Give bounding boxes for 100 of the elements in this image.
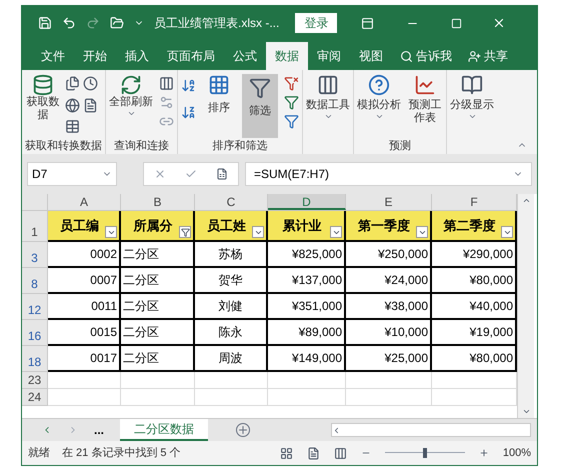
status-text: 就绪 — [28, 446, 50, 461]
group-label: 排序和筛选 — [212, 138, 268, 154]
sheet-tab[interactable]: 二分区数据 — [120, 419, 208, 441]
cancel-icon[interactable] — [154, 168, 166, 180]
funnel-icon — [249, 77, 271, 99]
scroll-down-icon[interactable] — [522, 407, 530, 416]
filter-dropdown-icon[interactable] — [330, 226, 342, 238]
caret-icon — [374, 112, 384, 121]
maximize-icon[interactable] — [451, 18, 462, 28]
page-break-icon[interactable] — [334, 446, 347, 460]
enter-icon[interactable] — [184, 168, 197, 180]
zoom-thumb[interactable] — [422, 448, 427, 458]
table-cell-text: 苏杨 — [218, 246, 242, 263]
header-cell-text: 员工姓 — [207, 216, 246, 235]
line-chart-icon — [414, 74, 436, 96]
filter-dropdown-icon[interactable] — [416, 226, 428, 238]
table-cell-text: ¥24,000 — [384, 272, 428, 289]
row-header[interactable]: 8 — [22, 268, 48, 294]
share-link[interactable]: 共享 — [484, 47, 508, 65]
forecast-sheet-button[interactable]: 预测工作表 — [407, 74, 443, 138]
filter-dropdown-icon[interactable] — [252, 226, 264, 238]
more-sheets-button[interactable]: ... — [94, 421, 104, 439]
sort-ascending-icon[interactable] — [181, 78, 196, 93]
clock-icon[interactable] — [83, 76, 98, 91]
row-header[interactable]: 3 — [22, 242, 48, 268]
ribbon-tab[interactable]: 插入 — [116, 42, 158, 70]
web-icon[interactable] — [65, 98, 80, 113]
zoom-percent[interactable]: 100% — [502, 444, 531, 462]
page-layout-icon[interactable] — [306, 446, 320, 460]
group-label: 获取和转换数据 — [25, 139, 102, 154]
scroll-left-icon[interactable] — [332, 426, 341, 434]
filter-dropdown-icon[interactable] — [105, 226, 117, 238]
ribbon-tab[interactable]: 开始 — [74, 42, 116, 70]
reapply-filter-icon[interactable] — [284, 95, 299, 110]
table-cell-text: 二分区 — [123, 272, 159, 289]
table-cell-text: ¥40,000 — [470, 298, 513, 315]
ribbon-tab[interactable]: 审阅 — [308, 42, 350, 70]
row-header[interactable]: 12 — [22, 294, 48, 320]
table-cell-text: 二分区 — [123, 324, 159, 341]
refresh-all-button[interactable]: 全部刷新 — [109, 74, 153, 138]
question-icon — [368, 74, 390, 96]
advanced-filter-icon[interactable] — [284, 114, 299, 129]
table-cell-text: ¥290,000 — [462, 246, 513, 263]
insert-function-icon[interactable] — [216, 168, 228, 180]
zoom-in-icon[interactable] — [478, 448, 489, 458]
save-icon[interactable] — [38, 16, 52, 30]
header-cell-text: 累计业 — [282, 216, 322, 235]
login-button[interactable]: 登录 — [295, 13, 338, 33]
scroll-up-icon[interactable] — [522, 196, 530, 205]
column-header[interactable]: E — [346, 194, 432, 210]
file-icon[interactable] — [83, 98, 98, 113]
formula-field[interactable]: =SUM(E7:H7) — [245, 162, 532, 186]
sort-descending-icon[interactable] — [181, 105, 196, 120]
vertical-scrollbar[interactable] — [517, 194, 534, 418]
filter-button[interactable]: 筛选 — [242, 74, 278, 138]
tell-me-link[interactable]: 告诉我 — [416, 47, 452, 65]
document-icon[interactable] — [65, 76, 80, 91]
ribbon-tab[interactable]: 视图 — [350, 42, 392, 70]
zoom-slider[interactable] — [384, 448, 465, 458]
ribbon-tab[interactable]: 页面布局 — [158, 42, 224, 70]
row-header[interactable]: 23 — [22, 372, 48, 389]
table-cell-text: ¥19,000 — [470, 324, 513, 341]
ribbon-tab[interactable]: 文件 — [32, 42, 74, 70]
ribbon-tab[interactable]: 数据 — [266, 42, 308, 70]
table-cell-text: 周波 — [218, 350, 242, 367]
window-title: 员工业绩管理表.xlsx -... — [154, 15, 280, 32]
table-cell-text: 0002 — [90, 246, 117, 263]
table-cell-text: 陈永 — [218, 324, 242, 341]
clear-filter-icon[interactable] — [284, 76, 299, 91]
row-header[interactable]: 1 — [22, 211, 48, 242]
sort-button[interactable]: 排序 — [202, 74, 236, 138]
filter-dropdown-icon[interactable] — [501, 226, 513, 238]
undo-icon[interactable] — [62, 16, 76, 30]
table-cell-text: 贺华 — [218, 272, 242, 289]
table-cell-text: 二分区 — [123, 246, 159, 263]
table-icon[interactable] — [65, 119, 80, 134]
column-header[interactable]: D — [268, 194, 346, 210]
outline-button[interactable]: 分级显示 — [450, 74, 494, 121]
ribbon-display-icon[interactable] — [361, 16, 374, 30]
column-header[interactable]: A — [48, 194, 121, 210]
caret-icon — [126, 109, 136, 118]
column-header[interactable]: B — [121, 194, 195, 210]
ribbon-tab[interactable]: 公式 — [224, 42, 266, 70]
table-cell-text: ¥137,000 — [292, 272, 342, 289]
what-if-button[interactable]: 模拟分析 — [357, 74, 401, 138]
normal-view-icon[interactable] — [280, 446, 293, 460]
data-tools-button[interactable]: 数据工具 — [306, 74, 350, 121]
row-header[interactable]: 24 — [22, 389, 48, 406]
folder-icon[interactable] — [110, 16, 124, 30]
table-cell-text: ¥149,000 — [292, 350, 342, 367]
table-cell-text: 0007 — [90, 272, 117, 289]
add-sheet-icon[interactable] — [236, 423, 250, 437]
name-box[interactable]: D7 — [27, 162, 117, 186]
table-cell-text: ¥351,000 — [292, 298, 342, 315]
filter-active-icon[interactable] — [179, 226, 191, 238]
columns-icon — [317, 74, 339, 96]
get-data-button[interactable]: 获取数据 — [25, 74, 61, 138]
row-header[interactable]: 18 — [22, 346, 48, 372]
horizontal-scrollbar[interactable] — [331, 423, 531, 437]
row-header[interactable]: 16 — [22, 320, 48, 346]
